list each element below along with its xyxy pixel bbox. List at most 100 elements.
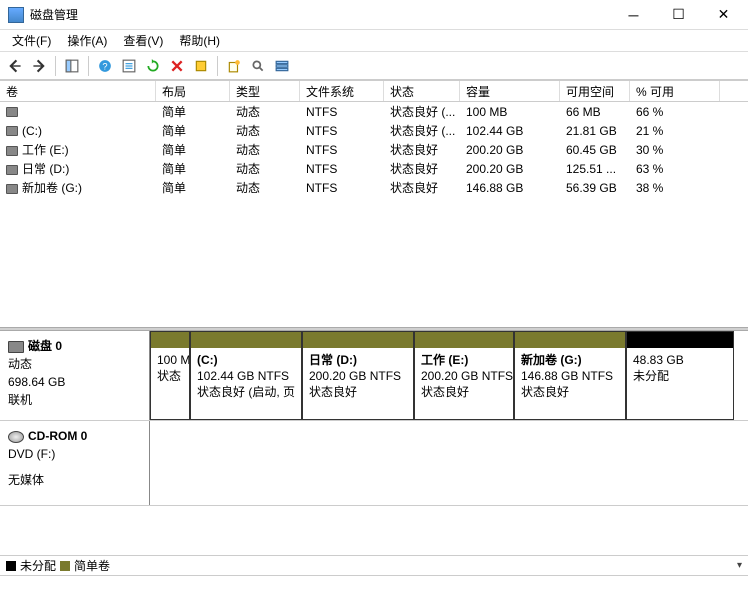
vol-type: 动态 [230,121,300,140]
vol-name: 日常 (D:) [22,162,69,176]
vol-layout: 简单 [156,178,230,197]
show-hide-tree-button[interactable] [61,55,83,77]
forward-button[interactable] [28,55,50,77]
table-row[interactable]: 新加卷 (G:)简单动态NTFS状态良好146.88 GB56.39 GB38 … [0,178,748,197]
legend: 未分配 简单卷 ▾ [0,555,748,575]
partition-bar [303,332,413,348]
back-button[interactable] [4,55,26,77]
vol-fs: NTFS [300,142,384,158]
partition-bar [627,332,733,348]
partition[interactable]: 新加卷 (G:)146.88 GB NTFS状态良好 [514,331,626,420]
volume-icon [6,146,18,156]
settings-icon[interactable] [190,55,212,77]
partition[interactable]: 日常 (D:)200.20 GB NTFS状态良好 [302,331,414,420]
maximize-button[interactable]: ☐ [656,1,701,29]
legend-simple-swatch [60,561,70,571]
cdrom-media: 无媒体 [8,471,141,489]
disk-0-type: 动态 [8,355,141,373]
col-status[interactable]: 状态 [384,81,460,101]
cdrom-row[interactable]: CD-ROM 0 DVD (F:) 无媒体 [0,421,748,506]
partition-bar [151,332,189,348]
disk-0-row[interactable]: 磁盘 0 动态 698.64 GB 联机 100 M状态(C:)102.44 G… [0,331,748,421]
partition-bar [415,332,513,348]
table-row[interactable]: 日常 (D:)简单动态NTFS状态良好200.20 GB125.51 ...63… [0,159,748,178]
partition[interactable]: 100 M状态 [150,331,190,420]
refresh-icon[interactable] [142,55,164,77]
vol-capacity: 146.88 GB [460,180,560,196]
toolbar: ? [0,52,748,80]
list-icon[interactable] [271,55,293,77]
vol-pct: 66 % [630,104,720,120]
vol-name: 新加卷 (G:) [22,181,82,195]
vol-fs: NTFS [300,104,384,120]
vol-pct: 63 % [630,161,720,177]
scroll-down-icon[interactable]: ▾ [737,560,742,571]
svg-text:?: ? [102,61,107,71]
col-volume[interactable]: 卷 [0,81,156,101]
new-icon[interactable] [223,55,245,77]
menu-view[interactable]: 查看(V) [115,30,171,51]
menu-action[interactable]: 操作(A) [59,30,115,51]
partition-text: (C:)102.44 GB NTFS状态良好 (启动, 页 [191,348,301,405]
menu-help[interactable]: 帮助(H) [171,30,228,51]
vol-type: 动态 [230,159,300,178]
vol-status: 状态良好 [384,140,460,159]
vol-layout: 简单 [156,102,230,121]
search-icon[interactable] [247,55,269,77]
delete-icon[interactable] [166,55,188,77]
vol-type: 动态 [230,102,300,121]
volume-icon [6,184,18,194]
window-title: 磁盘管理 [30,6,611,23]
close-button[interactable]: ✕ [701,1,746,29]
vol-capacity: 102.44 GB [460,123,560,139]
volume-list[interactable]: 简单动态NTFS状态良好 (...100 MB66 MB66 %(C:)简单动态… [0,102,748,327]
titlebar: 磁盘管理 ─ ☐ ✕ [0,0,748,30]
disk-icon [8,341,24,353]
cdrom-label: CD-ROM 0 [28,429,87,443]
vol-type: 动态 [230,178,300,197]
col-capacity[interactable]: 容量 [460,81,560,101]
cdrom-icon [8,431,24,443]
col-pct[interactable]: % 可用 [630,81,720,101]
partition-bar [515,332,625,348]
disk-0-state: 联机 [8,391,141,409]
menu-file[interactable]: 文件(F) [4,30,59,51]
table-row[interactable]: (C:)简单动态NTFS状态良好 (...102.44 GB21.81 GB21… [0,121,748,140]
partition[interactable]: 工作 (E:)200.20 GB NTFS状态良好 [414,331,514,420]
vol-layout: 简单 [156,159,230,178]
vol-capacity: 200.20 GB [460,161,560,177]
col-layout[interactable]: 布局 [156,81,230,101]
menubar: 文件(F) 操作(A) 查看(V) 帮助(H) [0,30,748,52]
disk-0-label: 磁盘 0 [28,339,62,353]
cdrom-drive: DVD (F:) [8,445,141,463]
vol-layout: 简单 [156,140,230,159]
vol-capacity: 200.20 GB [460,142,560,158]
vol-status: 状态良好 [384,159,460,178]
vol-type: 动态 [230,140,300,159]
partition-text: 工作 (E:)200.20 GB NTFS状态良好 [415,348,513,405]
minimize-button[interactable]: ─ [611,1,656,29]
partition[interactable]: (C:)102.44 GB NTFS状态良好 (启动, 页 [190,331,302,420]
partition[interactable]: 48.83 GB未分配 [626,331,734,420]
disk-0-partitions: 100 M状态(C:)102.44 GB NTFS状态良好 (启动, 页日常 (… [150,331,748,420]
volume-icon [6,165,18,175]
vol-free: 60.45 GB [560,142,630,158]
col-fs[interactable]: 文件系统 [300,81,384,101]
partition-text: 48.83 GB未分配 [627,348,733,388]
col-free[interactable]: 可用空间 [560,81,630,101]
table-row[interactable]: 工作 (E:)简单动态NTFS状态良好200.20 GB60.45 GB30 % [0,140,748,159]
col-type[interactable]: 类型 [230,81,300,101]
properties-icon[interactable] [118,55,140,77]
legend-unalloc-label: 未分配 [20,557,56,574]
cdrom-partitions [150,421,748,505]
app-icon [8,7,24,23]
vol-status: 状态良好 (... [384,102,460,121]
partition-text: 日常 (D:)200.20 GB NTFS状态良好 [303,348,413,405]
vol-free: 56.39 GB [560,180,630,196]
vol-pct: 38 % [630,180,720,196]
vol-free: 21.81 GB [560,123,630,139]
help-icon[interactable]: ? [94,55,116,77]
table-row[interactable]: 简单动态NTFS状态良好 (...100 MB66 MB66 % [0,102,748,121]
volume-icon [6,126,18,136]
partition-text: 新加卷 (G:)146.88 GB NTFS状态良好 [515,348,625,405]
